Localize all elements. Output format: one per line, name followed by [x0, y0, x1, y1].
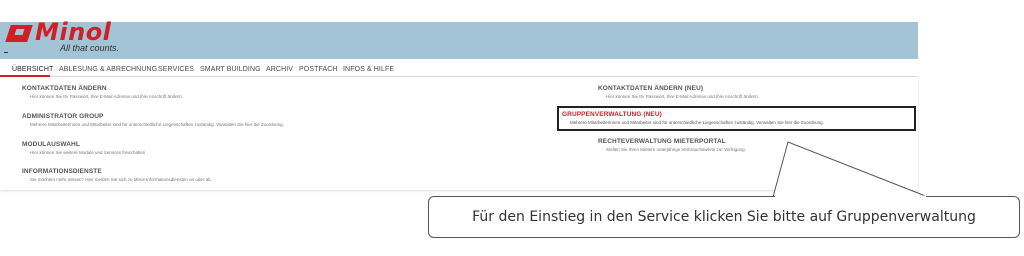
callout-pointer-mask: [775, 195, 926, 198]
